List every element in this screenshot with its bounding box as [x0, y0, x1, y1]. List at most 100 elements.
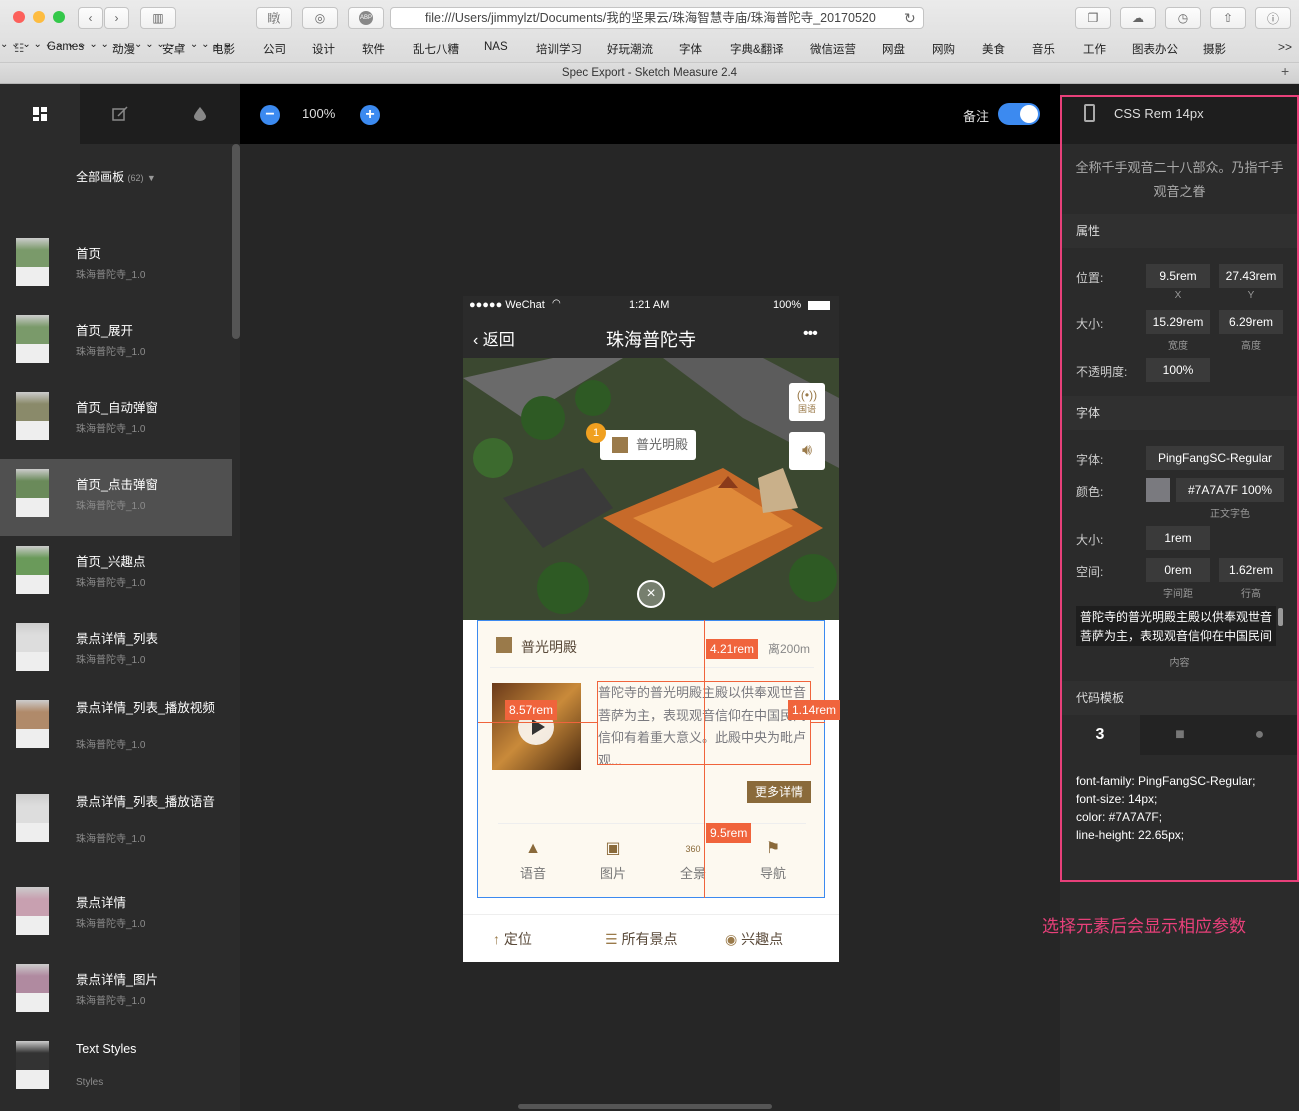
more-icon[interactable]: ••• [803, 325, 818, 343]
position-x-value[interactable]: 9.5rem [1146, 264, 1210, 288]
bookmark-item[interactable]: Games [47, 41, 84, 53]
attraction-card[interactable]: 普光明殿 离200m 普陀寺的普光明殿主殿以供奉观世音菩萨为主，表现观音信仰在中… [477, 620, 825, 898]
bookmark-item[interactable]: 微信运营 [810, 41, 856, 57]
share-button[interactable]: ⇧ [1210, 7, 1246, 29]
bookmark-item[interactable]: 工作 [1083, 41, 1106, 57]
locate-tab[interactable]: ↑ 定位 [493, 929, 532, 949]
reload-icon[interactable]: ↻ [904, 10, 916, 27]
tab-css[interactable]: 3 [1060, 715, 1140, 755]
bookmark-item[interactable]: 电影 [212, 41, 235, 57]
list-icon: ☰ [605, 931, 618, 947]
info-button[interactable]: ⓘ [1255, 7, 1291, 29]
map-pin-text: 普光明殿 [636, 437, 689, 452]
extension-button-1[interactable]: 𥋆 [256, 7, 292, 29]
bookmark-item[interactable]: 音乐 [1032, 41, 1055, 57]
all-spots-tab[interactable]: ☰ 所有景点 [605, 929, 677, 949]
new-tab-button[interactable]: + [1281, 63, 1289, 79]
artboard-item[interactable]: 首页_点击弹窗 珠海普陀寺_1.0 [0, 459, 232, 536]
sidebar-scrollbar[interactable] [232, 144, 240, 339]
poi-tab[interactable]: ◉ 兴趣点 [725, 929, 783, 949]
content-scrollbar[interactable] [1278, 608, 1283, 626]
close-popup-button[interactable]: × [637, 580, 665, 608]
bookmark-item[interactable]: 安卓 [162, 41, 185, 57]
back-button[interactable]: ‹ [78, 7, 103, 29]
bookmark-item[interactable]: 培训学习 [536, 41, 582, 57]
bookmark-item[interactable]: 字体 [679, 41, 702, 57]
bookmark-item[interactable]: 好玩潮流 [607, 41, 653, 57]
content-textarea[interactable]: 普陀寺的普光明殿主殿以供奉观世音菩萨为主，表现观音信仰在中国民间 [1076, 606, 1276, 646]
zoom-window-button[interactable] [53, 11, 65, 23]
width-value[interactable]: 15.29rem [1146, 310, 1210, 334]
canvas-horizontal-scrollbar[interactable] [518, 1104, 772, 1109]
more-details-button[interactable]: 更多详情 [747, 781, 811, 803]
bookmark-item[interactable]: 设计 [312, 41, 335, 57]
artboard-item[interactable]: 首页_自动弹窗 珠海普陀寺_1.0 [0, 382, 232, 459]
bookmark-item[interactable]: 软件 [362, 41, 385, 57]
tab-android[interactable]: ■ [1140, 715, 1220, 755]
video-thumbnail[interactable] [492, 683, 581, 770]
notes-toggle[interactable] [998, 103, 1040, 125]
bookmark-item[interactable]: 网购 [932, 41, 955, 57]
inspector-header[interactable]: CSS Rem 14px [1060, 84, 1299, 144]
map-pin-label[interactable]: 普光明殿 [600, 430, 696, 460]
artboard-item[interactable]: Text Styles Styles [0, 1031, 232, 1108]
card-action-image[interactable]: ▣ 图片 [578, 839, 648, 882]
font-size-value[interactable]: 1rem [1146, 526, 1210, 550]
url-input[interactable]: file:///Users/jimmylzt/Documents/我的坚果云/珠… [390, 7, 924, 29]
bookmark-item[interactable]: 字典&翻译 [730, 41, 784, 57]
tab-slices[interactable] [80, 84, 160, 144]
properties-header: 属性 [1060, 214, 1299, 248]
cloud-button[interactable]: ☁ [1120, 7, 1156, 29]
position-y-value[interactable]: 27.43rem [1219, 264, 1283, 288]
opacity-value[interactable]: 100% [1146, 358, 1210, 382]
bookmark-item[interactable]: 网盘 [882, 41, 905, 57]
color-swatch[interactable] [1146, 478, 1170, 502]
artboard-item[interactable]: 景点详情_列表_播放语音 珠海普陀寺_1.0 [0, 784, 232, 861]
bookmark-item[interactable]: 乱七八糟 [413, 41, 459, 57]
audio-guide-button[interactable]: 🔊︎ [789, 432, 825, 470]
close-window-button[interactable] [13, 11, 25, 23]
tabs-button[interactable]: ❐ [1075, 7, 1111, 29]
artboard-item[interactable]: 景点详情_图片 珠海普陀寺_1.0 [0, 954, 232, 1031]
height-value[interactable]: 6.29rem [1219, 310, 1283, 334]
card-action-navigation[interactable]: ⚑ 导航 [738, 839, 808, 882]
temple-map[interactable]: 普光明殿 1 ((•)) 国语 🔊︎ × [463, 358, 839, 620]
artboard-item[interactable]: 景点详情_列表_播放视频 珠海普陀寺_1.0 [0, 690, 232, 767]
minimize-window-button[interactable] [33, 11, 45, 23]
tab-ios[interactable]: ● [1220, 715, 1299, 755]
tab-colors[interactable] [160, 84, 240, 144]
artboard-item[interactable]: 景点详情 珠海普陀寺_1.0 [0, 877, 232, 954]
artboard-item[interactable]: 景点详情_列表 珠海普陀寺_1.0 [0, 613, 232, 690]
artboard-item[interactable]: 首页_展开 珠海普陀寺_1.0 [0, 305, 232, 382]
line-height-value[interactable]: 1.62rem [1219, 558, 1283, 582]
card-action-panorama[interactable]: 360 全景 [658, 839, 728, 882]
bookmark-item[interactable]: 公司 [263, 41, 286, 57]
bookmark-item[interactable]: 摄影 [1203, 41, 1226, 57]
code-block[interactable]: font-family: PingFangSC-Regular; font-siz… [1076, 772, 1255, 844]
adblock-button[interactable]: ABP [348, 7, 384, 29]
artboard-item[interactable]: 首页_兴趣点 珠海普陀寺_1.0 [0, 536, 232, 613]
color-value[interactable]: #7A7A7F 100% [1176, 478, 1284, 502]
letter-spacing-value[interactable]: 0rem [1146, 558, 1210, 582]
tab-artboards[interactable] [0, 84, 80, 144]
history-button[interactable]: ◷ [1165, 7, 1201, 29]
forward-button[interactable]: › [104, 7, 129, 29]
card-action-speaker[interactable]: ▲ 语音 [498, 839, 568, 882]
extension-button-2[interactable]: ◎ [302, 7, 338, 29]
artboard-item[interactable]: 首页 珠海普陀寺_1.0 [0, 228, 232, 305]
bookmark-item[interactable]: 美食 [982, 41, 1005, 57]
artboard-preview[interactable]: ●●●●● WeChat ◠ 1:21 AM 100% ‹ 返回 珠海普陀寺 •… [463, 296, 839, 962]
sidebar-toggle-button[interactable]: ▥ [140, 7, 176, 29]
tab-title[interactable]: Spec Export - Sketch Measure 2.4 [0, 62, 1299, 83]
artboards-filter[interactable]: 全部画板 (62) ▼ [0, 168, 232, 185]
bookmarks-more[interactable]: >> [1278, 40, 1292, 54]
language-button[interactable]: ((•)) 国语 [789, 383, 825, 421]
grid-icon[interactable]: ☷ [14, 41, 24, 55]
bookmark-item[interactable]: 图表办公 [1132, 41, 1178, 57]
bookmark-item[interactable]: NAS [484, 41, 508, 53]
zoom-out-button[interactable]: − [260, 105, 280, 125]
zoom-in-button[interactable]: + [360, 105, 380, 125]
font-value[interactable]: PingFangSC-Regular [1146, 446, 1284, 470]
artboard-subtitle: 珠海普陀寺_1.0 [76, 655, 146, 666]
bookmark-item[interactable]: 动漫 [112, 41, 135, 57]
